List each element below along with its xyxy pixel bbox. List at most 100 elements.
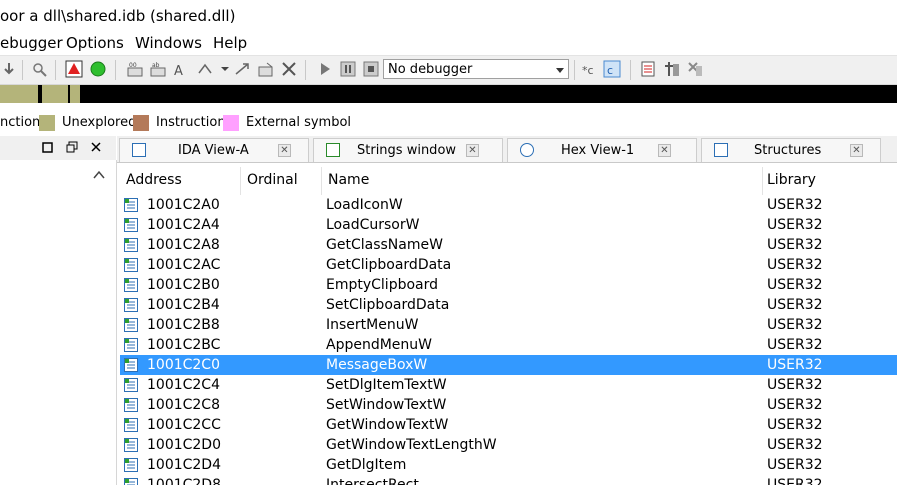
tab-label: IDA View-A xyxy=(178,143,249,158)
cell-library: USER32 xyxy=(767,397,823,413)
cell-library: USER32 xyxy=(767,417,823,433)
table-row[interactable]: 1001C2D8 IntersectRect USER32 xyxy=(120,475,897,485)
cell-address: 1001C2A8 xyxy=(147,237,220,253)
make-code-icon[interactable] xyxy=(196,60,214,78)
cell-library: USER32 xyxy=(767,357,823,373)
close-icon[interactable]: ✕ xyxy=(658,144,671,157)
table-row[interactable]: 1001C2C8 SetWindowTextW USER32 xyxy=(120,395,897,415)
list-icon[interactable] xyxy=(640,60,658,78)
step-into-icon[interactable]: *c xyxy=(580,60,598,78)
strings-icon xyxy=(326,143,340,157)
structures-icon xyxy=(714,143,728,157)
table-row[interactable]: 1001C2B0 EmptyClipboard USER32 xyxy=(120,275,897,295)
search-binary-icon[interactable] xyxy=(30,60,48,78)
import-icon xyxy=(124,318,138,332)
cell-name: SetWindowTextW xyxy=(326,397,447,413)
nav-segment xyxy=(70,85,80,103)
close-icon[interactable] xyxy=(280,60,298,78)
column-header-name[interactable]: Name xyxy=(328,163,369,197)
cell-name: MessageBoxW xyxy=(326,357,428,373)
debugger-select[interactable]: No debugger xyxy=(383,59,569,79)
cell-name: GetClassNameW xyxy=(326,237,443,253)
make-string-icon[interactable]: A xyxy=(172,60,190,78)
import-icon xyxy=(124,378,138,392)
cell-name: GetWindowTextLengthW xyxy=(326,437,497,453)
legend-swatch-external-symbol xyxy=(223,115,239,131)
close-icon[interactable]: ✕ xyxy=(850,144,863,157)
play-icon[interactable] xyxy=(316,60,334,78)
close-icon[interactable]: ✕ xyxy=(278,144,291,157)
cell-name: GetWindowTextW xyxy=(326,417,449,433)
cell-name: IntersectRect xyxy=(326,477,419,485)
table-row[interactable]: 1001C2C0 MessageBoxW USER32 xyxy=(120,355,897,375)
menu-options[interactable]: Options xyxy=(66,32,124,54)
menu-windows[interactable]: Windows xyxy=(135,32,202,54)
table-row[interactable]: 1001C2B4 SetClipboardData USER32 xyxy=(120,295,897,315)
chevron-down-icon[interactable] xyxy=(216,60,234,78)
delete-breakpoint-icon[interactable] xyxy=(686,60,704,78)
functions-panel[interactable] xyxy=(0,160,117,485)
tab-hex-view[interactable]: Hex View-1 ✕ xyxy=(507,138,697,162)
tab-ida-view[interactable]: IDA View-A ✕ xyxy=(119,138,309,162)
svg-text:ab: ab xyxy=(152,62,160,69)
cell-library: USER32 xyxy=(767,297,823,313)
cell-address: 1001C2CC xyxy=(147,417,221,433)
table-row[interactable]: 1001C2A0 LoadIconW USER32 xyxy=(120,195,897,215)
refresh-icon[interactable]: c xyxy=(603,60,621,78)
chevron-down-icon xyxy=(556,68,564,73)
arrow-down-icon[interactable] xyxy=(0,60,18,78)
imports-table[interactable]: Address Ordinal Name Library 1001C2A0 Loa… xyxy=(120,163,897,485)
import-icon xyxy=(124,358,138,372)
table-row[interactable]: 1001C2A4 LoadCursorW USER32 xyxy=(120,215,897,235)
add-breakpoint-icon[interactable] xyxy=(663,60,681,78)
green-circle-icon[interactable] xyxy=(89,60,107,78)
hex-view-icon xyxy=(520,143,534,157)
cell-name: EmptyClipboard xyxy=(326,277,439,293)
cell-library: USER32 xyxy=(767,197,823,213)
make-array-icon[interactable]: ab xyxy=(149,60,167,78)
svg-text:00: 00 xyxy=(129,62,137,69)
menu-debugger[interactable]: ebugger xyxy=(0,32,63,54)
column-header-address[interactable]: Address xyxy=(126,163,182,197)
legend: nction Unexplored Instruction External s… xyxy=(0,111,897,135)
table-row[interactable]: 1001C2CC GetWindowTextW USER32 xyxy=(120,415,897,435)
import-icon xyxy=(124,198,138,212)
table-row[interactable]: 1001C2D4 GetDlgItem USER32 xyxy=(120,455,897,475)
close-icon[interactable]: ✕ xyxy=(466,144,479,157)
pause-icon[interactable] xyxy=(339,60,357,78)
minimize-icon[interactable] xyxy=(42,142,53,153)
cell-name: LoadIconW xyxy=(326,197,403,213)
import-icon xyxy=(124,438,138,452)
import-icon xyxy=(124,298,138,312)
make-struct-icon[interactable] xyxy=(257,60,275,78)
cell-library: USER32 xyxy=(767,237,823,253)
stop-icon[interactable] xyxy=(362,60,380,78)
cell-address: 1001C2AC xyxy=(147,257,221,273)
tab-structures[interactable]: Structures ✕ xyxy=(701,138,881,162)
restore-icon[interactable] xyxy=(66,141,78,153)
table-row[interactable]: 1001C2C4 SetDlgItemTextW USER32 xyxy=(120,375,897,395)
table-header: Address Ordinal Name Library xyxy=(120,163,897,197)
cell-name: GetDlgItem xyxy=(326,457,407,473)
table-row[interactable]: 1001C2BC AppendMenuW USER32 xyxy=(120,335,897,355)
nav-segment xyxy=(42,85,68,103)
chevron-up-icon[interactable] xyxy=(93,170,105,180)
navigation-band[interactable] xyxy=(0,85,897,103)
cell-address: 1001C2B8 xyxy=(147,317,220,333)
column-header-ordinal[interactable]: Ordinal xyxy=(247,163,298,197)
make-offset-icon[interactable] xyxy=(233,60,251,78)
cell-name: SetDlgItemTextW xyxy=(326,377,447,393)
cell-name: SetClipboardData xyxy=(326,297,450,313)
menu-help[interactable]: Help xyxy=(213,32,247,54)
tab-strings-window[interactable]: Strings window ✕ xyxy=(313,138,503,162)
table-row[interactable]: 1001C2A8 GetClassNameW USER32 xyxy=(120,235,897,255)
close-icon[interactable] xyxy=(91,142,101,152)
table-row[interactable]: 1001C2AC GetClipboardData USER32 xyxy=(120,255,897,275)
cell-library: USER32 xyxy=(767,257,823,273)
table-row[interactable]: 1001C2D0 GetWindowTextLengthW USER32 xyxy=(120,435,897,455)
column-header-library[interactable]: Library xyxy=(767,163,816,197)
window-title: oor a dll\shared.idb (shared.dll) xyxy=(0,7,236,25)
make-data-icon[interactable]: 00 xyxy=(126,60,144,78)
table-row[interactable]: 1001C2B8 InsertMenuW USER32 xyxy=(120,315,897,335)
warning-icon[interactable] xyxy=(65,60,83,78)
